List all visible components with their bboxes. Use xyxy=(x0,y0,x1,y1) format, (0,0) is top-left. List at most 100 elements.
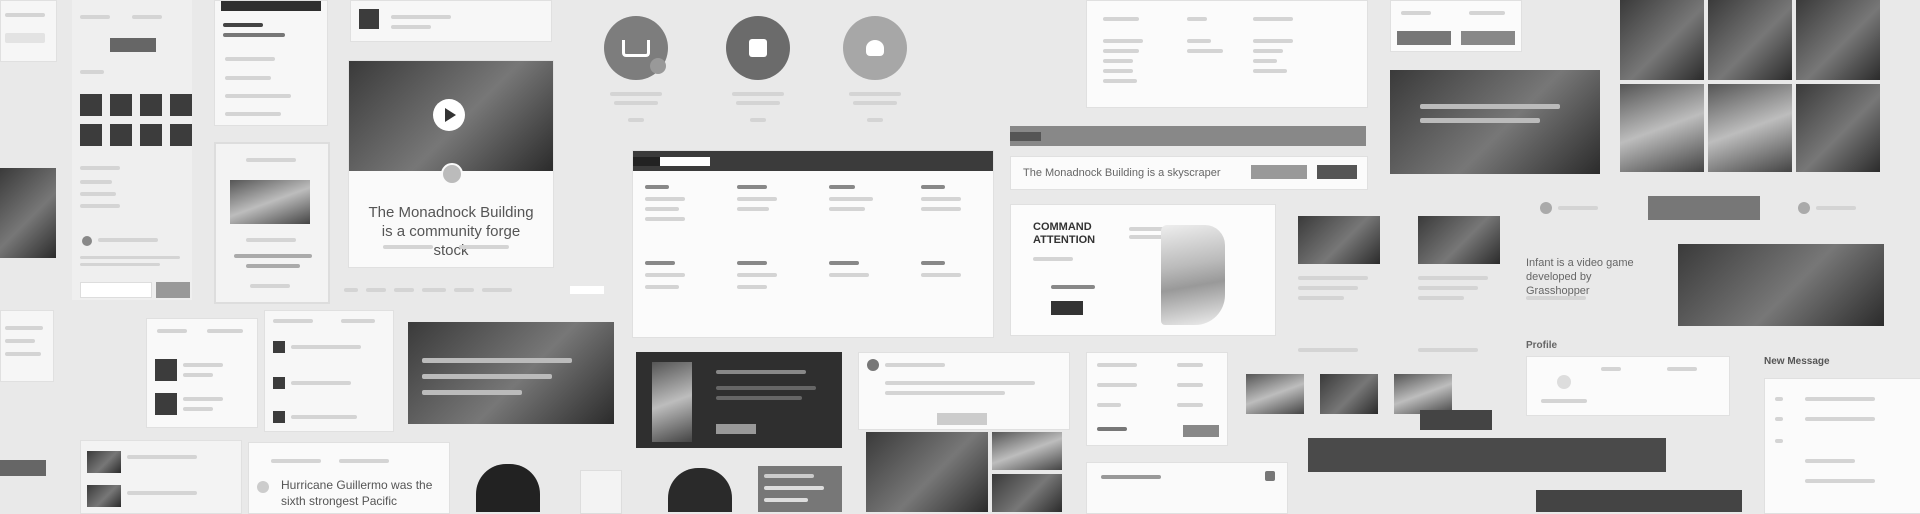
search-button-2[interactable] xyxy=(1317,165,1357,179)
promo-image[interactable] xyxy=(230,180,310,224)
primary-action-button[interactable] xyxy=(1648,196,1760,220)
user-avatar xyxy=(867,359,879,371)
subscribe-button[interactable] xyxy=(156,282,190,298)
search-result-bar: The Monadnock Building is a skyscraper xyxy=(1010,156,1368,190)
cart-panel xyxy=(1390,0,1522,52)
product-list-card xyxy=(146,318,258,428)
video-grid xyxy=(1616,0,1886,174)
swatch-7[interactable] xyxy=(140,124,162,146)
small-thumb-2[interactable] xyxy=(1320,374,1378,414)
tooltip xyxy=(1420,410,1492,430)
mega-menu-nav[interactable] xyxy=(633,151,993,171)
ingredients-form xyxy=(1086,352,1228,446)
profile-header-card xyxy=(350,0,552,42)
article-title[interactable]: The Monadnock Building is a community fo… xyxy=(363,203,539,260)
gallery-button[interactable] xyxy=(110,38,156,52)
gallery-widget xyxy=(72,0,192,300)
photo-3[interactable] xyxy=(992,474,1062,512)
form-submit-button[interactable] xyxy=(1183,425,1219,437)
tag-row xyxy=(344,286,606,294)
small-thumb-1[interactable] xyxy=(1246,374,1304,414)
dark-promo-button[interactable] xyxy=(716,424,756,434)
video-tile-1[interactable] xyxy=(1620,0,1704,80)
promo-card xyxy=(214,142,330,304)
overlay-image[interactable] xyxy=(408,322,614,424)
command-attention-card: COMMAND ATTENTION xyxy=(1010,204,1276,336)
thumbs-up-icon[interactable] xyxy=(726,16,790,80)
game-image[interactable] xyxy=(1678,244,1884,326)
blog-thumb-2[interactable] xyxy=(1418,216,1500,264)
swatch-6[interactable] xyxy=(110,124,132,146)
message-label: New Message xyxy=(1764,356,1830,367)
profile-label: Profile xyxy=(1526,340,1558,351)
compose-bar[interactable] xyxy=(1536,490,1742,512)
heart-icon[interactable] xyxy=(843,16,907,80)
action-buttons xyxy=(1540,196,1890,220)
profile-card xyxy=(1526,356,1730,416)
author-avatar xyxy=(441,163,463,185)
cart-button-1[interactable] xyxy=(1397,31,1451,45)
video-tile-3[interactable] xyxy=(1796,0,1880,80)
side-nav-card xyxy=(214,0,328,126)
mail-icon xyxy=(82,236,92,246)
cart-button-2[interactable] xyxy=(1461,31,1515,45)
dark-toolbar[interactable] xyxy=(1308,438,1666,472)
hurricane-title[interactable]: Hurricane Guillermo was the sixth strong… xyxy=(281,477,441,509)
video-tile-4[interactable] xyxy=(1620,84,1704,172)
left-button[interactable] xyxy=(0,460,46,476)
shirt-outline[interactable] xyxy=(580,470,622,514)
profile-add-icon[interactable] xyxy=(1557,375,1571,389)
left-form-panel xyxy=(0,0,57,62)
note-card xyxy=(1086,462,1288,514)
newsletter-input[interactable] xyxy=(80,282,152,298)
play-icon[interactable] xyxy=(433,99,465,131)
search-headline[interactable]: The Monadnock Building is a skyscraper xyxy=(1023,165,1220,181)
recent-posts-card xyxy=(264,310,394,432)
filter-panel xyxy=(1086,0,1368,108)
close-icon[interactable] xyxy=(1265,471,1275,481)
swatch-2[interactable] xyxy=(110,94,132,116)
comment-button[interactable] xyxy=(937,413,987,425)
message-panel xyxy=(1764,378,1920,514)
swatch-4[interactable] xyxy=(170,94,192,116)
video-game-title[interactable]: Infant is a video game developed by Gras… xyxy=(1526,256,1656,298)
small-thumb-3[interactable] xyxy=(1394,374,1452,414)
rocking-chair-image[interactable] xyxy=(1161,225,1225,325)
comment-card xyxy=(858,352,1070,430)
product-thumb-1[interactable] xyxy=(155,359,177,381)
product-menu xyxy=(758,466,842,512)
left-list-panel xyxy=(0,310,54,382)
badge-icon xyxy=(650,58,666,74)
dark-promo-card xyxy=(636,352,842,448)
news-thumb-2[interactable] xyxy=(87,485,121,507)
search-tabs[interactable] xyxy=(1010,126,1366,146)
mega-menu xyxy=(632,150,994,338)
shop-now-button[interactable] xyxy=(1051,301,1083,315)
search-button-1[interactable] xyxy=(1251,165,1307,179)
person-silhouette-2[interactable] xyxy=(668,468,732,512)
video-tile-5[interactable] xyxy=(1708,84,1792,172)
blog-thumb-1[interactable] xyxy=(1298,216,1380,264)
bookmark-icon[interactable] xyxy=(1798,202,1810,214)
person-silhouette-1[interactable] xyxy=(476,464,540,512)
profile-avatar xyxy=(359,9,379,29)
photo-2[interactable] xyxy=(992,432,1062,470)
news-thumb-1[interactable] xyxy=(87,451,121,473)
swatch-1[interactable] xyxy=(80,94,102,116)
swatch-3[interactable] xyxy=(140,94,162,116)
share-icon[interactable] xyxy=(1540,202,1552,214)
thumbnail-image[interactable] xyxy=(0,168,56,258)
hurricane-news-card: Hurricane Guillermo was the sixth strong… xyxy=(248,442,450,514)
info-icon xyxy=(257,481,269,493)
callout-title: COMMAND ATTENTION xyxy=(1033,221,1096,246)
news-strip xyxy=(80,440,242,514)
swatch-5[interactable] xyxy=(80,124,102,146)
video-tile-6[interactable] xyxy=(1796,84,1880,172)
hero-banner[interactable] xyxy=(1390,70,1600,174)
promo-figure xyxy=(652,362,692,442)
video-tile-2[interactable] xyxy=(1708,0,1792,80)
photo-1[interactable] xyxy=(866,432,988,512)
product-thumb-2[interactable] xyxy=(155,393,177,415)
swatch-8[interactable] xyxy=(170,124,192,146)
photo-grid xyxy=(866,432,1062,512)
